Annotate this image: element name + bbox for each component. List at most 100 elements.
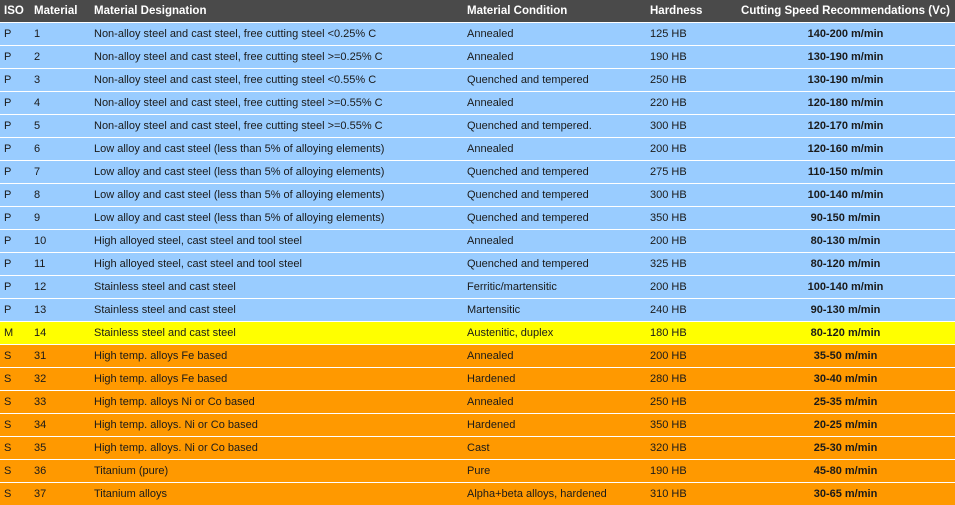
- cell-hardness: 200 HB: [646, 344, 736, 368]
- cell-condition: Quenched and tempered.: [463, 114, 646, 138]
- cell-cutting-speed: 25-30 m/min: [736, 436, 955, 460]
- table-row: P 5 Non-alloy steel and cast steel, free c…: [0, 114, 955, 138]
- cell-cutting-speed: 110-150 m/min: [736, 160, 955, 184]
- cell-iso: P: [0, 206, 30, 230]
- cutting-speed-table: ISO Material Material Designation Materi…: [0, 0, 955, 505]
- cell-designation: Low alloy and cast steel (less than 5% o…: [90, 137, 463, 161]
- cell-designation: Non-alloy steel and cast steel, free cut…: [90, 114, 463, 138]
- cell-condition: Annealed: [463, 137, 646, 161]
- table-header: ISO Material Material Designation Materi…: [0, 0, 955, 23]
- cell-material: 11: [30, 252, 90, 276]
- table-body: P 1 Non-alloy steel and cast steel, free c…: [0, 22, 955, 505]
- cell-condition: Quenched and tempered: [463, 252, 646, 276]
- cell-iso: S: [0, 436, 30, 460]
- cell-designation: Stainless steel and cast steel: [90, 321, 463, 345]
- cell-hardness: 180 HB: [646, 321, 736, 345]
- cell-material: 36: [30, 459, 90, 483]
- cell-material: 14: [30, 321, 90, 345]
- header-cutting-speed: Cutting Speed Recommendations (Vc): [736, 0, 955, 23]
- cell-cutting-speed: 120-180 m/min: [736, 91, 955, 115]
- cell-cutting-speed: 20-25 m/min: [736, 413, 955, 437]
- cell-condition: Austenitic, duplex: [463, 321, 646, 345]
- cell-condition: Annealed: [463, 344, 646, 368]
- cell-hardness: 125 HB: [646, 22, 736, 46]
- cell-hardness: 275 HB: [646, 160, 736, 184]
- table-row: P 13 Stainless steel and cast steel Martens…: [0, 298, 955, 322]
- cell-hardness: 300 HB: [646, 183, 736, 207]
- cell-condition: Annealed: [463, 229, 646, 253]
- cell-condition: Hardened: [463, 413, 646, 437]
- cell-cutting-speed: 35-50 m/min: [736, 344, 955, 368]
- cell-material: 3: [30, 68, 90, 92]
- cell-iso: P: [0, 298, 30, 322]
- cell-designation: Stainless steel and cast steel: [90, 298, 463, 322]
- table-row: P 10 High alloyed steel, cast steel and to…: [0, 229, 955, 253]
- table-row: P 11 High alloyed steel, cast steel and to…: [0, 252, 955, 276]
- table-row: S 34 High temp. alloys. Ni or Co based Hard…: [0, 413, 955, 437]
- cell-designation: Low alloy and cast steel (less than 5% o…: [90, 160, 463, 184]
- cell-designation: Non-alloy steel and cast steel, free cut…: [90, 68, 463, 92]
- cell-hardness: 190 HB: [646, 459, 736, 483]
- cell-material: 2: [30, 45, 90, 69]
- table-row: P 7 Low alloy and cast steel (less than 5%…: [0, 160, 955, 184]
- cell-condition: Quenched and tempered: [463, 68, 646, 92]
- cell-hardness: 200 HB: [646, 137, 736, 161]
- cell-material: 10: [30, 229, 90, 253]
- cell-cutting-speed: 80-120 m/min: [736, 252, 955, 276]
- cell-material: 12: [30, 275, 90, 299]
- cell-material: 4: [30, 91, 90, 115]
- cell-condition: Annealed: [463, 91, 646, 115]
- table-row: P 2 Non-alloy steel and cast steel, free c…: [0, 45, 955, 69]
- cell-iso: P: [0, 275, 30, 299]
- cell-iso: M: [0, 321, 30, 345]
- cell-cutting-speed: 130-190 m/min: [736, 45, 955, 69]
- cell-iso: P: [0, 160, 30, 184]
- cell-condition: Hardened: [463, 367, 646, 391]
- cell-hardness: 300 HB: [646, 114, 736, 138]
- header-hardness: Hardness: [646, 0, 736, 23]
- cell-material: 37: [30, 482, 90, 505]
- cell-cutting-speed: 45-80 m/min: [736, 459, 955, 483]
- cell-material: 34: [30, 413, 90, 437]
- cell-designation: Non-alloy steel and cast steel, free cut…: [90, 45, 463, 69]
- cell-designation: High temp. alloys Fe based: [90, 367, 463, 391]
- header-designation: Material Designation: [90, 0, 463, 23]
- table-row: P 8 Low alloy and cast steel (less than 5%…: [0, 183, 955, 207]
- cell-hardness: 350 HB: [646, 413, 736, 437]
- cell-condition: Ferritic/martensitic: [463, 275, 646, 299]
- header-condition: Material Condition: [463, 0, 646, 23]
- cell-condition: Pure: [463, 459, 646, 483]
- table-row: S 32 High temp. alloys Fe based Hardened 280…: [0, 367, 955, 391]
- cell-designation: Stainless steel and cast steel: [90, 275, 463, 299]
- cell-designation: Titanium (pure): [90, 459, 463, 483]
- cell-designation: Low alloy and cast steel (less than 5% o…: [90, 183, 463, 207]
- cell-iso: S: [0, 344, 30, 368]
- cell-iso: S: [0, 482, 30, 505]
- cell-material: 6: [30, 137, 90, 161]
- cell-cutting-speed: 100-140 m/min: [736, 275, 955, 299]
- table-row: P 6 Low alloy and cast steel (less than 5%…: [0, 137, 955, 161]
- cell-designation: High temp. alloys Fe based: [90, 344, 463, 368]
- cell-designation: Non-alloy steel and cast steel, free cut…: [90, 91, 463, 115]
- cell-hardness: 250 HB: [646, 390, 736, 414]
- header-row: ISO Material Material Designation Materi…: [0, 0, 955, 23]
- cell-condition: Annealed: [463, 22, 646, 46]
- cell-cutting-speed: 30-40 m/min: [736, 367, 955, 391]
- cell-iso: P: [0, 252, 30, 276]
- cell-hardness: 250 HB: [646, 68, 736, 92]
- cell-hardness: 220 HB: [646, 91, 736, 115]
- table-row: S 35 High temp. alloys. Ni or Co based Cast…: [0, 436, 955, 460]
- cell-cutting-speed: 25-35 m/min: [736, 390, 955, 414]
- cell-hardness: 190 HB: [646, 45, 736, 69]
- table-row: M 14 Stainless steel and cast steel Austeni…: [0, 321, 955, 345]
- table-row: P 12 Stainless steel and cast steel Ferriti…: [0, 275, 955, 299]
- cell-cutting-speed: 80-130 m/min: [736, 229, 955, 253]
- cell-iso: P: [0, 91, 30, 115]
- cell-iso: S: [0, 459, 30, 483]
- header-iso: ISO: [0, 0, 30, 23]
- cell-cutting-speed: 100-140 m/min: [736, 183, 955, 207]
- table-row: P 3 Non-alloy steel and cast steel, free c…: [0, 68, 955, 92]
- cell-iso: P: [0, 183, 30, 207]
- table-row: S 33 High temp. alloys Ni or Co based Annea…: [0, 390, 955, 414]
- table-row: P 4 Non-alloy steel and cast steel, free c…: [0, 91, 955, 115]
